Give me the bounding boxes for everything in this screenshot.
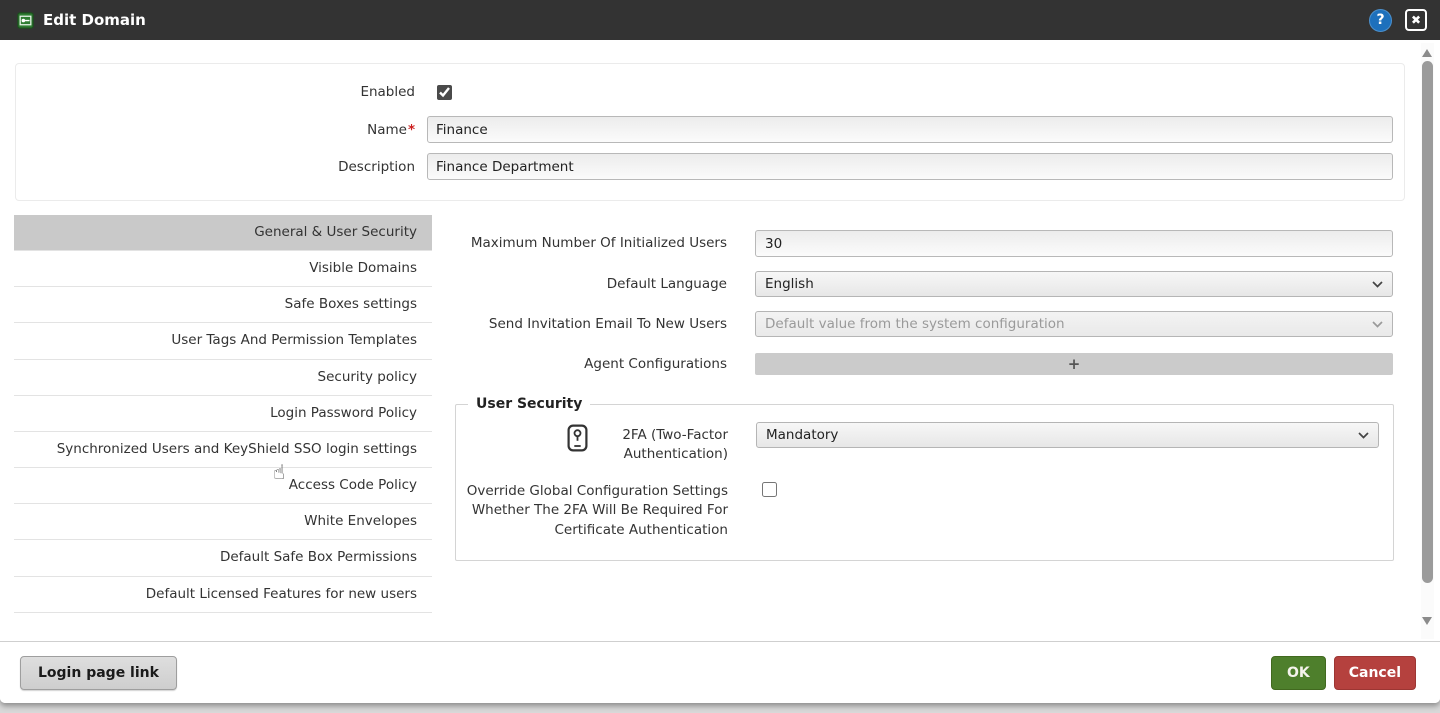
tfa-select[interactable]: Mandatory [756, 422, 1379, 448]
max-users-label: Maximum Number Of Initialized Users [470, 235, 727, 251]
dialog-content: Enabled Name* Description General & User [0, 40, 1440, 641]
add-agent-configuration-button[interactable]: + [755, 353, 1393, 375]
description-input[interactable] [427, 153, 1393, 180]
safe-box-icon [17, 11, 34, 29]
agent-configurations-row: Agent Configurations + [455, 351, 1393, 375]
ok-button[interactable]: OK [1270, 655, 1326, 690]
sidebar-item-synchronized-users-keyshield[interactable]: Synchronized Users and KeyShield SSO log… [14, 431, 432, 469]
general-panel: Enabled Name* Description [15, 63, 1405, 201]
sidebar-item-security-policy[interactable]: Security policy [14, 359, 432, 396]
scroll-up-arrow-icon[interactable] [1422, 49, 1432, 57]
vertical-scrollbar [1421, 43, 1434, 639]
description-control [421, 153, 1393, 180]
chevron-down-icon [1372, 280, 1383, 288]
title-bar: Edit Domain ? ✖ [0, 0, 1440, 40]
default-language-control: English [755, 271, 1393, 297]
sidebar-item-default-licensed-features[interactable]: Default Licensed Features for new users [14, 576, 432, 613]
enabled-checkbox[interactable] [437, 84, 452, 100]
user-security-legend: User Security [476, 396, 583, 412]
agent-configurations-control: + [755, 351, 1393, 375]
settings-tab-list: General & User Security Visible Domains … [14, 215, 432, 613]
tfa-value: Mandatory [766, 427, 839, 443]
two-factor-token-icon [567, 424, 588, 452]
sidebar-item-general-user-security[interactable]: General & User Security [14, 215, 432, 252]
default-language-row: Default Language English [455, 271, 1393, 297]
cancel-button[interactable]: Cancel [1333, 655, 1416, 690]
tfa-row: 2FA (Two-Factor Authentication) Mandator… [456, 422, 1379, 464]
help-button[interactable]: ? [1369, 8, 1392, 32]
sidebar-item-default-safe-box-permissions[interactable]: Default Safe Box Permissions [14, 540, 432, 577]
dialog-footer: Login page link OK Cancel [0, 641, 1440, 703]
description-row: Description [16, 153, 1404, 180]
invitation-email-label: Send Invitation Email To New Users [488, 316, 727, 332]
max-users-control [755, 230, 1393, 257]
required-asterisk: * [407, 121, 415, 138]
close-icon: ✖ [1410, 13, 1422, 27]
sidebar-item-white-envelopes[interactable]: White Envelopes [14, 504, 432, 541]
agent-configurations-label: Agent Configurations [584, 356, 727, 372]
sidebar-item-safe-boxes-settings[interactable]: Safe Boxes settings [14, 287, 432, 324]
enabled-row: Enabled [16, 84, 1404, 100]
edit-domain-dialog: Edit Domain ? ✖ Enabled Name* Finance De… [0, 0, 1440, 703]
login-page-link-button[interactable]: Login page link [20, 655, 177, 690]
general-user-security-form: Maximum Number Of Initialized Users Defa… [455, 230, 1394, 561]
name-row: Name* [16, 116, 1404, 143]
chevron-down-icon [1358, 431, 1369, 439]
name-input[interactable] [427, 116, 1393, 143]
scrollbar-thumb[interactable] [1422, 61, 1433, 583]
name-label: Name* [367, 121, 415, 138]
plus-icon: + [1067, 355, 1081, 373]
enabled-control [421, 84, 1393, 100]
question-icon: ? [1376, 12, 1385, 28]
max-users-row: Maximum Number Of Initialized Users [455, 230, 1393, 257]
override-2fa-checkbox[interactable] [762, 482, 777, 498]
default-language-label: Default Language [606, 276, 727, 292]
invitation-email-select: Default value from the system configurat… [755, 311, 1393, 337]
sidebar-item-user-tags-permission-templates[interactable]: User Tags And Permission Templates [14, 323, 432, 360]
override-2fa-row: Override Global Configuration Settings W… [456, 478, 1379, 539]
max-users-input[interactable] [755, 230, 1393, 257]
close-button[interactable]: ✖ [1405, 9, 1427, 31]
tfa-label: 2FA (Two-Factor Authentication) [622, 427, 728, 463]
dialog-title: Edit Domain [43, 11, 146, 29]
enabled-label: Enabled [360, 84, 415, 100]
user-security-fieldset: User Security 2FA (Two-Factor Authentica… [455, 396, 1394, 561]
invitation-email-row: Send Invitation Email To New Users Defau… [455, 311, 1393, 337]
tfa-control: Mandatory [756, 422, 1379, 448]
scroll-down-arrow-icon[interactable] [1422, 617, 1432, 625]
default-language-select[interactable]: English [755, 271, 1393, 297]
invitation-email-control: Default value from the system configurat… [755, 311, 1393, 337]
sidebar-item-access-code-policy[interactable]: Access Code Policy [14, 468, 432, 505]
sidebar-item-visible-domains[interactable]: Visible Domains [14, 251, 432, 288]
chevron-down-icon [1372, 320, 1383, 328]
tfa-label-group: 2FA (Two-Factor Authentication) [456, 422, 728, 464]
override-2fa-control [756, 478, 1379, 501]
override-2fa-label: Override Global Configuration Settings W… [466, 483, 728, 538]
description-label: Description [338, 158, 415, 175]
default-language-value: English [765, 276, 814, 292]
sidebar-item-login-password-policy[interactable]: Login Password Policy [14, 395, 432, 432]
name-control [421, 116, 1393, 143]
invitation-email-value: Default value from the system configurat… [765, 316, 1065, 332]
